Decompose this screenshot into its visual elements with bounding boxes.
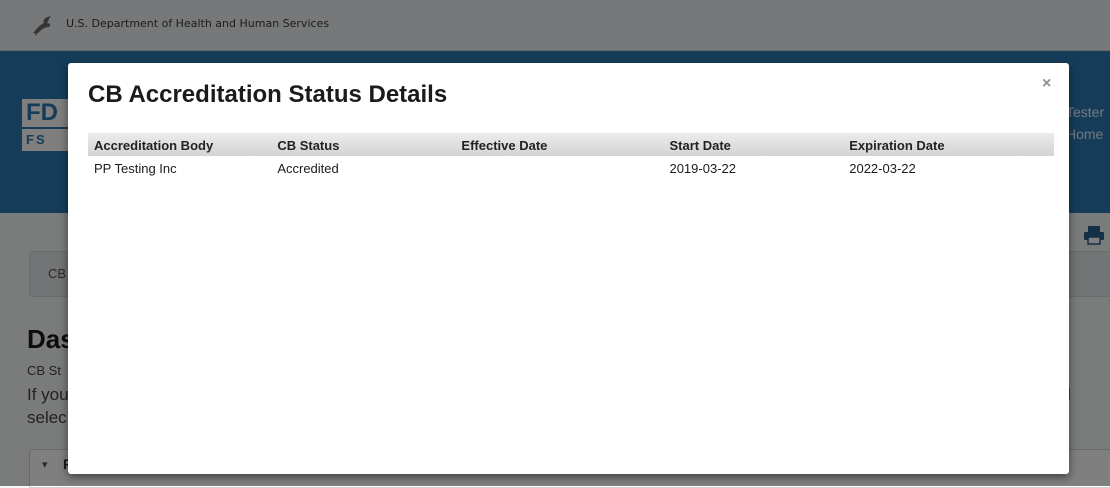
column-header-start-date[interactable]: Start Date [663,133,844,156]
cell-accreditation-body: PP Testing Inc [94,160,177,176]
table-header-row: Accreditation Body CB Status Effective D… [88,133,1054,156]
table-row: PP Testing Inc Accredited 2019-03-22 202… [88,156,1054,180]
column-header-effective-date[interactable]: Effective Date [455,133,664,156]
column-header-cb-status[interactable]: CB Status [271,133,456,156]
accreditation-status-modal: CB Accreditation Status Details × Accred… [68,63,1069,474]
cell-effective-date [455,156,663,180]
cell-cb-status: Accredited [277,160,339,176]
modal-title: CB Accreditation Status Details [88,81,448,108]
cell-start-date: 2019-03-22 [669,160,736,176]
column-header-expiration-date[interactable]: Expiration Date [843,133,1054,156]
close-icon[interactable]: × [1042,75,1051,93]
cell-expiration-date: 2022-03-22 [849,160,916,176]
column-header-accreditation-body[interactable]: Accreditation Body [88,133,272,156]
accreditation-status-table: Accreditation Body CB Status Effective D… [88,133,1054,180]
